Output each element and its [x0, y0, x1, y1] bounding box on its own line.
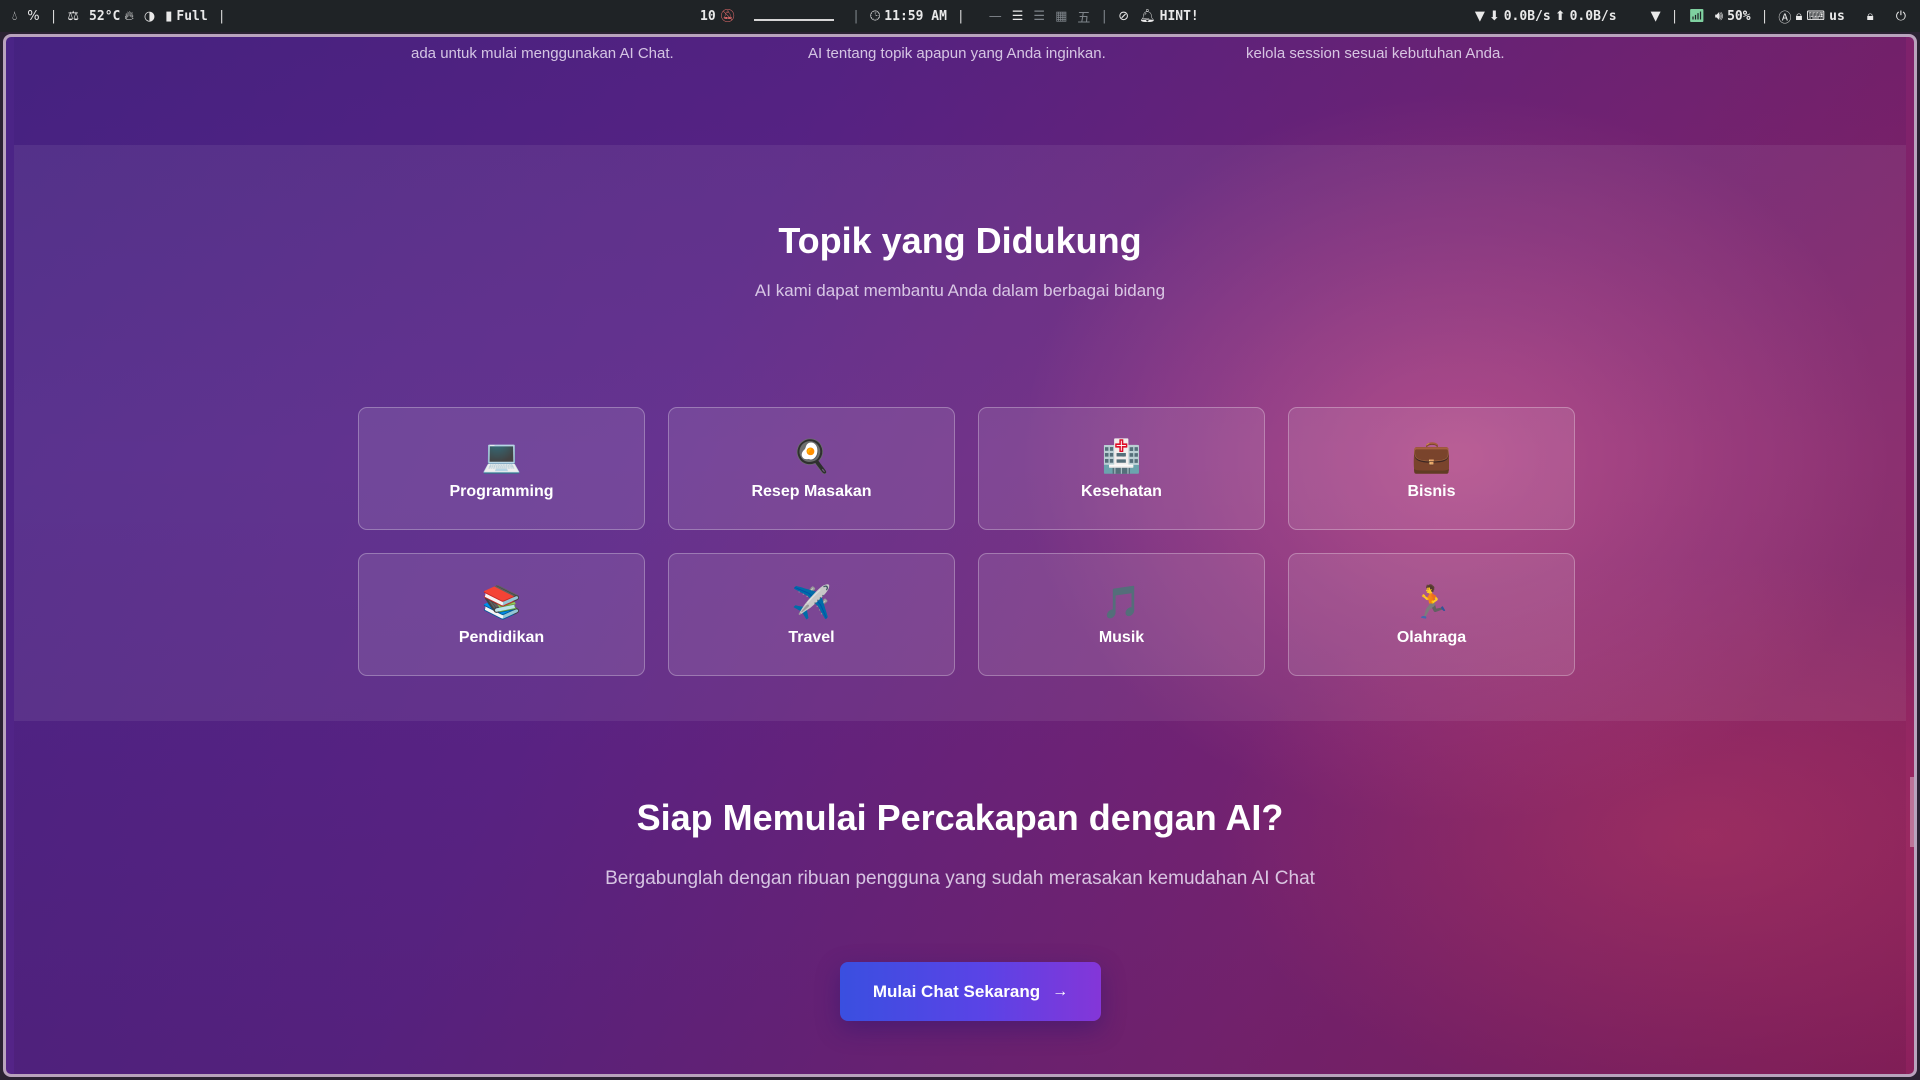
topic-card-kesehatan[interactable]: 🏥 Kesehatan: [978, 407, 1265, 530]
workspace-bar: [754, 11, 835, 21]
layout-grid-icon[interactable]: ▦: [1055, 9, 1067, 24]
bell-off-icon: 🔕︎: [719, 8, 737, 24]
topic-label: Resep Masakan: [751, 482, 872, 500]
hint-label: HINT!: [1159, 8, 1199, 24]
supported-topics-section: Topik yang Didukung AI kami dapat memban…: [14, 145, 1906, 721]
topic-card-olahraga[interactable]: 🏃 Olahraga: [1288, 553, 1575, 676]
power-icon[interactable]: ⏻: [1896, 9, 1906, 24]
workspace-number: 10: [700, 8, 716, 24]
topic-card-musik[interactable]: 🎵 Musik: [978, 553, 1265, 676]
clock-icon: 🕒︎: [870, 8, 881, 24]
cta-title: Siap Memulai Percakapan dengan AI?: [636, 797, 1284, 838]
topic-card-pendidikan[interactable]: 📚 Pendidikan: [358, 553, 645, 676]
airplane-icon: ✈️: [791, 582, 832, 621]
start-chat-button[interactable]: Mulai Chat Sekarang →: [840, 962, 1101, 1021]
temperature-value: 52°C: [89, 8, 121, 24]
laptop-icon: 💻: [481, 436, 522, 475]
layout-lines-icon[interactable]: ☰: [1012, 9, 1024, 24]
status-bar-left: 💧︎ % | ⚖ 52°C 🔥︎ ◑ ▮ Full |: [12, 0, 226, 32]
net-down-value: 0.0B/s: [1503, 8, 1551, 24]
topic-label: Kesehatan: [1081, 482, 1162, 500]
keyboard-layout[interactable]: Ⓐ 🔒︎ ⌨ us: [1778, 7, 1844, 26]
contrast-icon[interactable]: ◑: [144, 9, 155, 24]
section-title: Topik yang Didukung: [778, 220, 1142, 261]
status-bar-center: 10 🔕︎ | 🕒︎ 11:59 AM | — ☰ ☰ ▦ 五 | ⊘ 🔔︎ H…: [700, 0, 1199, 32]
separator: |: [217, 8, 226, 24]
upload-icon: ⬆: [1554, 8, 1566, 24]
separator: |: [1100, 8, 1109, 24]
scrollbar-handle[interactable]: [1910, 777, 1914, 847]
volume-control[interactable]: 🔊︎ 50%: [1715, 9, 1751, 24]
hint-indicator[interactable]: 🔔︎ HINT!: [1139, 9, 1199, 24]
battery-icon: ▮: [165, 8, 173, 24]
battery-indicator[interactable]: ▮ Full: [165, 9, 207, 24]
system-status-bar: 💧︎ % | ⚖ 52°C 🔥︎ ◑ ▮ Full | 10 🔕︎ | 🕒︎ 1…: [0, 0, 1920, 32]
eye-off-icon[interactable]: ⊘: [1118, 9, 1129, 24]
layout-kanji-icon[interactable]: 五: [1077, 7, 1090, 26]
clock-widget[interactable]: 🕒︎ 11:59 AM: [870, 9, 947, 24]
keyboard-icon: ⌨: [1806, 8, 1826, 24]
layout-dash-icon[interactable]: —: [989, 9, 1002, 24]
feature-description: ada untuk mulai menggunakan AI Chat.: [411, 45, 674, 62]
battery-status: Full: [176, 8, 208, 24]
temperature-indicator[interactable]: 52°C 🔥︎: [89, 9, 134, 24]
topic-card-travel[interactable]: ✈️ Travel: [668, 553, 955, 676]
status-bar-right: ▼ ⬇ 0.0B/s ⬆ 0.0B/s ▼ | 📶︎ 🔊︎ 50% | Ⓐ 🔒︎…: [1475, 0, 1906, 32]
topic-card-programming[interactable]: 💻 Programming: [358, 407, 645, 530]
volume-value: 50%: [1727, 8, 1751, 24]
cooking-icon: 🍳: [791, 436, 832, 475]
separator: |: [956, 8, 965, 24]
topic-label: Bisnis: [1407, 482, 1456, 500]
feature-description: kelola session sesuai kebutuhan Anda.: [1246, 45, 1505, 62]
net-up-value: 0.0B/s: [1569, 8, 1617, 24]
separator: |: [1760, 8, 1769, 24]
layout-list-icon[interactable]: ☰: [1033, 9, 1045, 24]
books-icon: 📚: [481, 582, 522, 621]
download-icon: ⬇: [1488, 8, 1500, 24]
topic-label: Pendidikan: [458, 628, 545, 646]
hospital-icon: 🏥: [1101, 436, 1142, 475]
cta-subtitle: Bergabunglah dengan ribuan pengguna yang…: [605, 868, 1315, 889]
topic-card-bisnis[interactable]: 💼 Bisnis: [1288, 407, 1575, 530]
percent-icon: %: [27, 8, 40, 24]
bell-icon: 🔔︎: [1139, 8, 1156, 24]
music-note-icon: 🎵: [1101, 582, 1142, 621]
features-section-tail: ada untuk mulai menggunakan AI Chat. AI …: [14, 37, 1906, 145]
separator: |: [852, 8, 860, 24]
browser-window: ada untuk mulai menggunakan AI Chat. AI …: [3, 34, 1917, 1077]
topic-card-resep-masakan[interactable]: 🍳 Resep Masakan: [668, 407, 955, 530]
topic-label: Travel: [788, 628, 835, 646]
lock-icon[interactable]: 🔒︎: [1867, 9, 1874, 24]
wifi-status-icon[interactable]: ▼: [1651, 9, 1661, 24]
briefcase-icon: 💼: [1411, 436, 1452, 475]
scale-icon: ⚖: [67, 8, 80, 24]
network-manager-icon[interactable]: 📶︎: [1688, 9, 1705, 24]
topics-grid: 💻 Programming 🍳 Resep Masakan 🏥 Kesehata…: [358, 407, 1575, 676]
cta-section: Siap Memulai Percakapan dengan AI? Berga…: [14, 721, 1906, 1074]
topic-label: Programming: [449, 482, 554, 500]
drop-icon: 💧︎: [12, 8, 18, 24]
topic-label: Musik: [1098, 628, 1145, 646]
runner-icon: 🏃: [1411, 582, 1452, 621]
flame-icon: 🔥︎: [124, 8, 134, 24]
workspace-indicator[interactable]: 10 🔕︎: [700, 9, 736, 24]
arrow-right-icon: →: [1052, 982, 1069, 1000]
section-subtitle: AI kami dapat membantu Anda dalam berbag…: [754, 281, 1166, 300]
start-chat-label: Mulai Chat Sekarang: [872, 981, 1041, 1001]
num-lock-icon: 🔒︎: [1795, 8, 1803, 24]
separator: |: [49, 8, 58, 24]
wifi-icon: ▼: [1474, 8, 1485, 24]
topic-label: Olahraga: [1396, 628, 1467, 646]
caps-lock-icon: Ⓐ: [1778, 10, 1792, 26]
separator: |: [1670, 8, 1679, 24]
page-viewport: ada untuk mulai menggunakan AI Chat. AI …: [14, 37, 1906, 1074]
network-speed[interactable]: ▼ ⬇ 0.0B/s ⬆ 0.0B/s: [1475, 9, 1617, 24]
feature-description: AI tentang topik apapun yang Anda ingink…: [808, 45, 1106, 62]
clock-time: 11:59 AM: [884, 8, 947, 24]
keyboard-layout-value: us: [1829, 8, 1845, 24]
volume-icon: 🔊︎: [1714, 8, 1724, 24]
